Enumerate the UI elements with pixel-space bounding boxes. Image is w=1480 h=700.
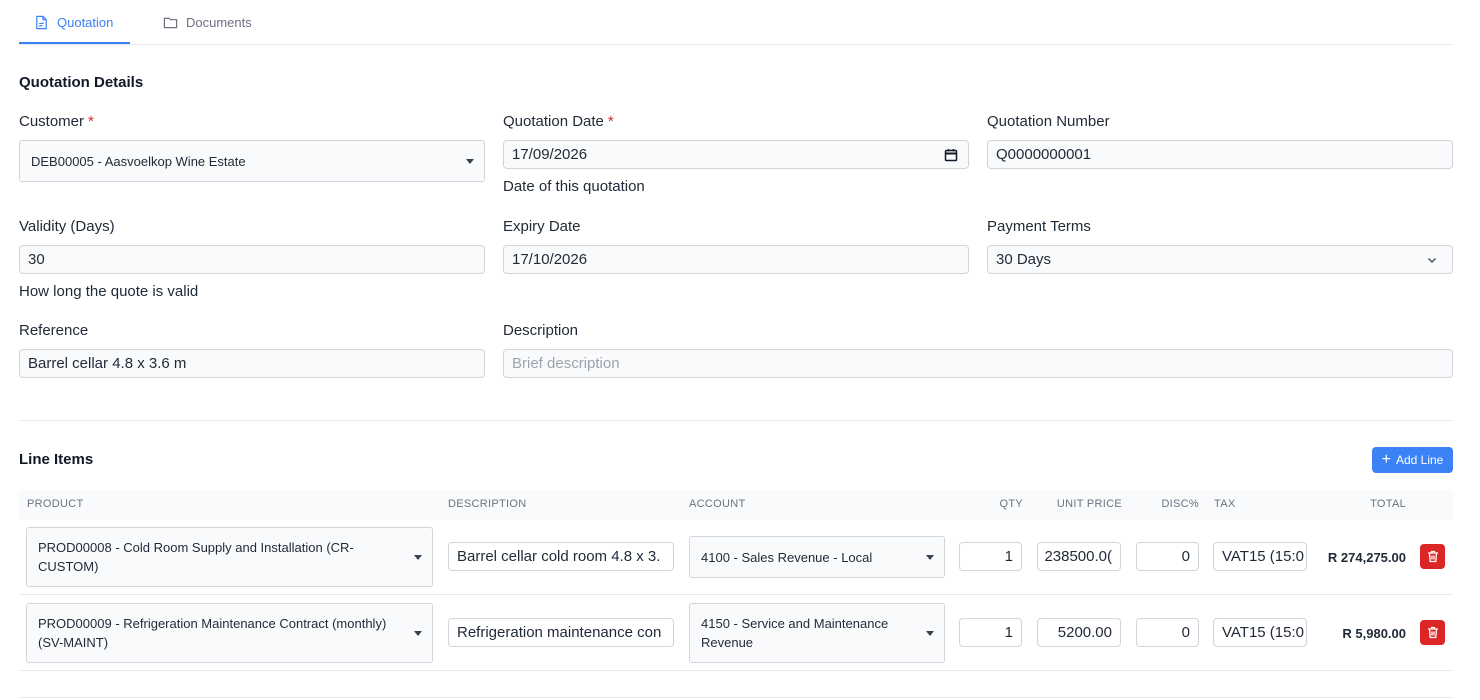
expiry-date-value: 17/10/2026 bbox=[512, 251, 588, 268]
column-header-unit-price: UNIT PRICE bbox=[1056, 498, 1122, 510]
chevron-down-icon bbox=[1427, 257, 1437, 263]
row-1-product-select[interactable]: PROD00008 - Cold Room Supply and Install… bbox=[26, 527, 433, 587]
caret-down-icon bbox=[414, 631, 422, 636]
tabs-divider bbox=[19, 44, 1453, 45]
row-2-account-value: 4150 - Service and Maintenance Revenue bbox=[701, 616, 889, 650]
row-1-qty-value: 1 bbox=[1004, 548, 1013, 565]
trash-icon bbox=[1427, 550, 1438, 563]
column-header-total: TOTAL bbox=[1370, 498, 1406, 510]
customer-select-value: DEB00005 - Aasvoelkop Wine Estate bbox=[31, 153, 246, 169]
payment-terms-select[interactable]: 30 Days bbox=[987, 245, 1453, 274]
required-marker: * bbox=[607, 113, 614, 130]
file-icon bbox=[36, 15, 47, 29]
row-1-total: R 274,275.00 bbox=[1327, 550, 1406, 565]
caret-down-icon bbox=[926, 555, 934, 560]
reference-value: Barrel cellar 4.8 x 3.6 m bbox=[28, 355, 187, 372]
row-2-tax-input[interactable]: VAT15 (15:0 bbox=[1213, 618, 1307, 647]
row-2-qty-input[interactable]: 1 bbox=[959, 618, 1022, 647]
column-header-qty: QTY bbox=[999, 498, 1023, 510]
column-header-description: DESCRIPTION bbox=[448, 498, 527, 510]
row-1-account-select[interactable]: 4100 - Sales Revenue - Local bbox=[689, 536, 945, 578]
quotation-number-value: Q0000000001 bbox=[996, 146, 1092, 163]
quotation-number-label: Quotation Number bbox=[987, 113, 1110, 130]
column-header-account: ACCOUNT bbox=[689, 498, 746, 510]
reference-label: Reference bbox=[19, 322, 89, 339]
quotation-number-input[interactable]: Q0000000001 bbox=[987, 140, 1453, 169]
quotation-date-input[interactable]: 17/09/2026 bbox=[503, 140, 969, 169]
quotation-date-label: Quotation Date * bbox=[503, 113, 614, 130]
tab-quotation-label: Quotation bbox=[57, 14, 114, 30]
table-bottom-divider bbox=[19, 697, 1453, 698]
row-1-disc-value: 0 bbox=[1181, 548, 1190, 565]
validity-value: 30 bbox=[28, 251, 45, 268]
row-2-product-value: PROD00009 - Refrigeration Maintenance Co… bbox=[38, 616, 387, 650]
line-items-title: Line Items bbox=[19, 451, 94, 468]
caret-down-icon bbox=[414, 555, 422, 560]
row-2-product-select[interactable]: PROD00009 - Refrigeration Maintenance Co… bbox=[26, 603, 433, 663]
quotation-date-help: Date of this quotation bbox=[503, 178, 645, 195]
column-header-product: PRODUCT bbox=[27, 498, 84, 510]
row-1-delete-button[interactable] bbox=[1420, 544, 1445, 569]
row-1-unit-price-input[interactable]: 238500.0( bbox=[1037, 542, 1121, 571]
description-placeholder: Brief description bbox=[512, 355, 620, 372]
row-1-unit-price-value: 238500.0( bbox=[1044, 548, 1112, 565]
caret-down-icon bbox=[466, 159, 474, 164]
row-2-delete-button[interactable] bbox=[1420, 620, 1445, 645]
validity-help: How long the quote is valid bbox=[19, 283, 199, 300]
tab-documents-label: Documents bbox=[186, 14, 252, 30]
section-divider bbox=[19, 420, 1453, 421]
reference-input[interactable]: Barrel cellar 4.8 x 3.6 m bbox=[19, 349, 485, 378]
add-line-label: Add Line bbox=[1395, 453, 1444, 467]
column-header-tax: TAX bbox=[1214, 498, 1236, 510]
row-1-qty-input[interactable]: 1 bbox=[959, 542, 1022, 571]
quotation-date-value: 17/09/2026 bbox=[512, 146, 588, 163]
row-2-unit-price-value: 5200.00 bbox=[1057, 624, 1112, 641]
row-1-product-value: PROD00008 - Cold Room Supply and Install… bbox=[38, 540, 354, 574]
calendar-icon[interactable] bbox=[944, 148, 958, 162]
plus-icon: + bbox=[1381, 451, 1391, 468]
row-2-total: R 5,980.00 bbox=[1342, 626, 1406, 641]
description-label: Description bbox=[503, 322, 579, 339]
row-2-account-select[interactable]: 4150 - Service and Maintenance Revenue bbox=[689, 603, 945, 663]
validity-label: Validity (Days) bbox=[19, 218, 115, 235]
expiry-date-label: Expiry Date bbox=[503, 218, 581, 235]
tab-quotation[interactable]: Quotation bbox=[34, 0, 113, 44]
quotation-details-title: Quotation Details bbox=[19, 74, 144, 91]
customer-label: Customer * bbox=[19, 113, 94, 130]
tab-documents[interactable]: Documents bbox=[163, 0, 252, 44]
payment-terms-label: Payment Terms bbox=[987, 218, 1091, 235]
trash-icon bbox=[1427, 626, 1438, 639]
add-line-button[interactable]: + Add Line bbox=[1372, 447, 1453, 473]
payment-terms-value: 30 Days bbox=[996, 251, 1052, 268]
description-input[interactable]: Brief description bbox=[503, 349, 1453, 378]
row-2-disc-value: 0 bbox=[1181, 624, 1190, 641]
row-2-qty-value: 1 bbox=[1004, 624, 1013, 641]
customer-select[interactable]: DEB00005 - Aasvoelkop Wine Estate bbox=[19, 140, 485, 182]
row-1-description-input[interactable]: Barrel cellar cold room 4.8 x 3. bbox=[448, 542, 674, 571]
row-1-description-value: Barrel cellar cold room 4.8 x 3. bbox=[457, 548, 661, 565]
row-2-unit-price-input[interactable]: 5200.00 bbox=[1037, 618, 1121, 647]
row-1-tax-input[interactable]: VAT15 (15:0 bbox=[1213, 542, 1307, 571]
row-divider bbox=[19, 594, 1453, 595]
row-1-tax-value: VAT15 (15:0 bbox=[1222, 548, 1304, 565]
required-marker: * bbox=[88, 113, 94, 130]
folder-icon bbox=[163, 17, 178, 28]
row-2-description-input[interactable]: Refrigeration maintenance con bbox=[448, 618, 674, 647]
row-1-account-value: 4100 - Sales Revenue - Local bbox=[701, 549, 873, 565]
caret-down-icon bbox=[926, 631, 934, 636]
row-2-tax-value: VAT15 (15:0 bbox=[1222, 624, 1304, 641]
expiry-date-input[interactable]: 17/10/2026 bbox=[503, 245, 969, 274]
row-2-description-value: Refrigeration maintenance con bbox=[457, 624, 662, 641]
validity-input[interactable]: 30 bbox=[19, 245, 485, 274]
column-header-disc: DISC% bbox=[1161, 498, 1199, 510]
row-2-disc-input[interactable]: 0 bbox=[1136, 618, 1199, 647]
row-divider bbox=[19, 670, 1453, 671]
row-1-disc-input[interactable]: 0 bbox=[1136, 542, 1199, 571]
